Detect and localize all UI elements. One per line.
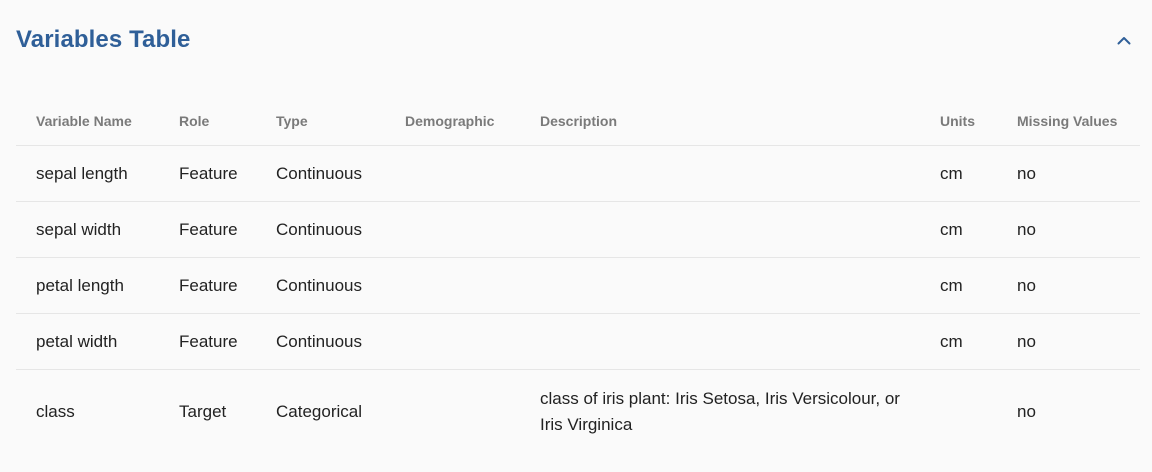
table-row: sepal length Feature Continuous cm no — [16, 145, 1140, 202]
cell-variable-name: class — [36, 402, 75, 421]
column-header-role[interactable]: Role — [159, 96, 256, 146]
cell-description — [520, 201, 920, 258]
cell-units: cm — [920, 257, 997, 314]
cell-type: Continuous — [256, 313, 385, 370]
cell-role: Target — [179, 402, 227, 421]
cell-role: Feature — [159, 201, 256, 258]
cell-missing-values: no — [997, 257, 1140, 314]
cell-units: cm — [920, 201, 997, 258]
cell-role: Feature — [159, 313, 256, 370]
column-header-description[interactable]: Description — [520, 96, 920, 146]
cell-units: cm — [920, 313, 997, 370]
collapse-button[interactable] — [1112, 28, 1136, 52]
cell-role: Feature — [159, 145, 256, 202]
cell-demographic — [385, 370, 520, 455]
cell-missing-values: no — [1017, 402, 1036, 421]
cell-units: cm — [920, 145, 997, 202]
cell-type: Continuous — [256, 201, 385, 258]
cell-demographic — [385, 257, 520, 314]
cell-demographic — [385, 313, 520, 370]
cell-missing-values: no — [997, 145, 1140, 202]
variables-table-panel: Variables Table Variable Name Role Type … — [0, 0, 1152, 472]
cell-role: Feature — [159, 257, 256, 314]
column-header-demographic[interactable]: Demographic — [385, 96, 520, 146]
cell-variable-name: sepal length — [16, 145, 159, 202]
panel-title: Variables Table — [16, 26, 191, 53]
cell-description — [520, 313, 920, 370]
cell-variable-name: petal width — [16, 313, 159, 370]
column-header-units[interactable]: Units — [920, 96, 997, 146]
column-header-type[interactable]: Type — [256, 96, 385, 146]
cell-description — [520, 145, 920, 202]
cell-missing-values: no — [997, 313, 1140, 370]
cell-demographic — [385, 201, 520, 258]
table-row: class Target Categorical class of iris p… — [16, 370, 1140, 455]
cell-type: Continuous — [256, 257, 385, 314]
cell-variable-name: petal length — [16, 257, 159, 314]
table-row: sepal width Feature Continuous cm no — [16, 201, 1140, 258]
table-row: petal length Feature Continuous cm no — [16, 257, 1140, 314]
cell-description — [520, 257, 920, 314]
cell-type: Continuous — [256, 145, 385, 202]
cell-units — [920, 370, 997, 455]
cell-demographic — [385, 145, 520, 202]
cell-type: Categorical — [276, 402, 362, 421]
panel-header: Variables Table — [16, 24, 1136, 56]
cell-missing-values: no — [997, 201, 1140, 258]
chevron-up-icon — [1117, 36, 1131, 45]
variables-table-wrap: Variable Name Role Type Demographic Desc… — [16, 96, 1140, 454]
table-row: petal width Feature Continuous cm no — [16, 313, 1140, 370]
column-header-variable-name[interactable]: Variable Name — [16, 96, 159, 146]
table-header-row: Variable Name Role Type Demographic Desc… — [16, 96, 1140, 146]
cell-description: class of iris plant: Iris Setosa, Iris V… — [540, 389, 900, 434]
column-header-missing-values[interactable]: Missing Values — [997, 96, 1140, 146]
variables-table: Variable Name Role Type Demographic Desc… — [16, 96, 1140, 454]
cell-variable-name: sepal width — [16, 201, 159, 258]
